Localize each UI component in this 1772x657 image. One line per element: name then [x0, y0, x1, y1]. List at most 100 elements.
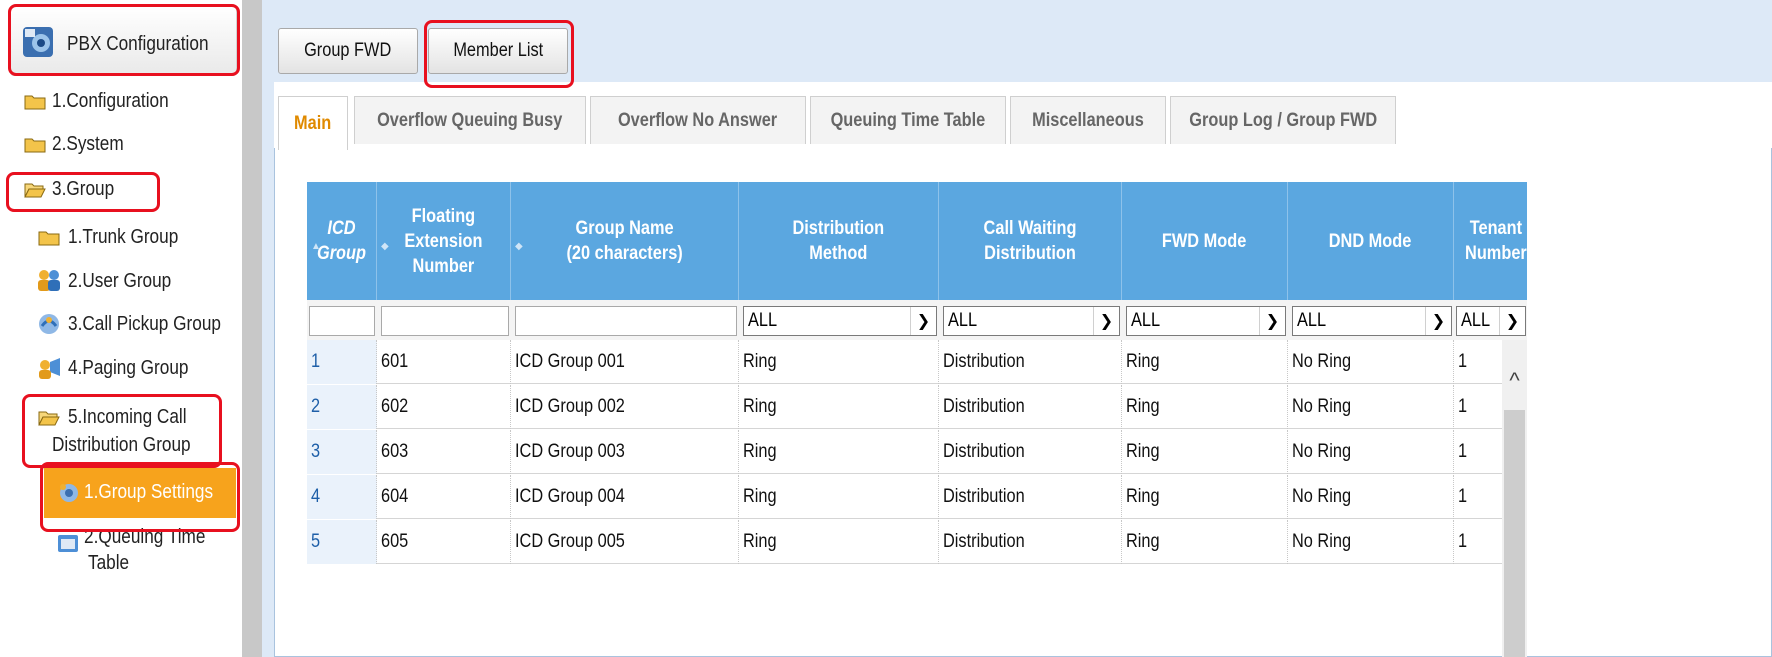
cell-distribution-method: Ring — [739, 340, 939, 384]
group-settings-icon — [60, 484, 78, 502]
sidebar-item-configuration[interactable]: 1.Configuration — [52, 90, 188, 113]
tab-group-log-group-fwd[interactable]: Group Log / Group FWD — [1170, 96, 1396, 144]
sidebar-item-user-group[interactable]: 2.User Group — [68, 270, 188, 293]
cell-floating-extension: 601 — [377, 340, 511, 384]
column-header-group-name[interactable]: ◆ Group Name (20 characters) — [511, 182, 739, 300]
cell-icd-group: 2 — [307, 385, 377, 429]
member-list-button[interactable]: Member List — [428, 28, 568, 74]
cell-call-waiting-distribution: Distribution — [939, 475, 1122, 519]
cell-group-name: ICD Group 001 — [511, 340, 739, 384]
table-row[interactable]: 2 602 ICD Group 002 Ring Distribution Ring No … — [307, 385, 1527, 429]
distribution-method-filter-select[interactable]: ALL ❯ — [743, 306, 937, 336]
table-row[interactable]: 4 604 ICD Group 004 Ring Distribution Ring No … — [307, 475, 1527, 519]
column-header-floating-extension-number[interactable]: ◆ Floating Extension Number — [377, 182, 511, 300]
column-header-fwd-mode[interactable]: FWD Mode — [1122, 182, 1288, 300]
folder-icon — [24, 95, 46, 110]
table-row[interactable]: 1 601 ICD Group 001 Ring Distribution Ring No … — [307, 340, 1527, 384]
folder-icon — [38, 231, 60, 246]
cell-group-name: ICD Group 003 — [511, 430, 739, 474]
sidebar-item-trunk-group[interactable]: 1.Trunk Group — [68, 226, 196, 249]
chevron-down-icon: ❯ — [1499, 307, 1525, 335]
icd-group-filter-input[interactable] — [309, 306, 375, 336]
cell-icd-group: 3 — [307, 430, 377, 474]
sidebar-item-queuing-time[interactable]: 2.Queuing Time — [84, 526, 225, 549]
group-fwd-button[interactable]: Group FWD — [278, 28, 418, 74]
sidebar-item-group-settings-label: 1.Group Settings — [84, 481, 214, 503]
table-row[interactable]: 3 603 ICD Group 003 Ring Distribution Ring No … — [307, 430, 1527, 474]
column-header-icd-group[interactable]: ▲ ICD Group — [307, 182, 377, 300]
sidebar-item-call-pickup-group[interactable]: 3.Call Pickup Group — [68, 313, 246, 336]
cell-floating-extension: 603 — [377, 430, 511, 474]
call-waiting-filter-select[interactable]: ALL ❯ — [943, 306, 1120, 336]
dnd-mode-filter-select[interactable]: ALL ❯ — [1292, 306, 1452, 336]
users-icon — [38, 270, 60, 291]
cell-call-waiting-distribution: Distribution — [939, 340, 1122, 384]
sidebar-item-distribution-group[interactable]: Distribution Group — [52, 434, 213, 457]
table-row[interactable]: 5 605 ICD Group 005 Ring Distribution Ring No … — [307, 520, 1527, 564]
cell-dnd-mode: No Ring — [1288, 385, 1454, 429]
cell-call-waiting-distribution: Distribution — [939, 520, 1122, 564]
pbx-configuration-header[interactable]: PBX Configuration — [10, 6, 237, 76]
tab-overflow-no-answer[interactable]: Overflow No Answer — [590, 96, 806, 144]
cell-distribution-method: Ring — [739, 385, 939, 429]
tenant-number-filter-select[interactable]: ALL ❯ — [1456, 306, 1526, 336]
cell-fwd-mode: Ring — [1122, 520, 1288, 564]
group-settings-table: ▲ ICD Group ◆ Floating Extension Number … — [307, 182, 1527, 657]
cell-call-waiting-distribution: Distribution — [939, 430, 1122, 474]
folder-open-icon — [24, 183, 46, 198]
tab-overflow-queuing-busy[interactable]: Overflow Queuing Busy — [354, 96, 586, 144]
pbx-logo-icon — [23, 27, 53, 57]
sidebar-item-system[interactable]: 2.System — [52, 133, 135, 156]
sidebar-scrollbar[interactable] — [242, 0, 262, 657]
fwd-mode-filter-select[interactable]: ALL ❯ — [1126, 306, 1286, 336]
cell-floating-extension: 604 — [377, 475, 511, 519]
tab-main[interactable]: Main — [278, 96, 348, 150]
table-scrollbar[interactable]: ^ — [1502, 340, 1527, 657]
chevron-down-icon: ❯ — [1093, 307, 1119, 335]
chevron-down-icon: ❯ — [910, 307, 936, 335]
cell-distribution-method: Ring — [739, 475, 939, 519]
tab-miscellaneous[interactable]: Miscellaneous — [1010, 96, 1166, 144]
cell-call-waiting-distribution: Distribution — [939, 385, 1122, 429]
scroll-up-icon[interactable]: ^ — [1502, 368, 1527, 398]
sidebar: PBX Configuration 1.Configuration 2.Syst… — [0, 0, 242, 657]
sidebar-item-queuing-time-table[interactable]: Table — [88, 552, 136, 575]
column-header-tenant-number[interactable]: Tenant Number — [1454, 182, 1527, 300]
sidebar-item-paging-group[interactable]: 4.Paging Group — [68, 357, 208, 380]
tab-queuing-time-table[interactable]: Queuing Time Table — [810, 96, 1006, 144]
sidebar-item-incoming-call[interactable]: 5.Incoming Call — [68, 406, 206, 429]
sort-icon: ◆ — [515, 241, 523, 252]
cell-dnd-mode: No Ring — [1288, 475, 1454, 519]
column-header-call-waiting-distribution[interactable]: Call Waiting Distribution — [939, 182, 1122, 300]
cell-fwd-mode: Ring — [1122, 430, 1288, 474]
sidebar-item-group[interactable]: 3.Group — [52, 178, 124, 201]
cell-group-name: ICD Group 002 — [511, 385, 739, 429]
scrollbar-thumb[interactable] — [1504, 410, 1525, 657]
cell-floating-extension: 605 — [377, 520, 511, 564]
queuing-time-table-icon — [58, 535, 78, 552]
cell-icd-group: 4 — [307, 475, 377, 519]
cell-dnd-mode: No Ring — [1288, 520, 1454, 564]
paging-group-icon — [39, 358, 60, 379]
cell-fwd-mode: Ring — [1122, 385, 1288, 429]
column-header-dnd-mode[interactable]: DND Mode — [1288, 182, 1454, 300]
floating-extension-filter-input[interactable] — [381, 306, 509, 336]
call-pickup-icon — [39, 314, 59, 334]
cell-dnd-mode: No Ring — [1288, 430, 1454, 474]
pbx-configuration-title: PBX Configuration — [67, 33, 209, 55]
chevron-down-icon: ❯ — [1259, 307, 1285, 335]
group-name-filter-input[interactable] — [515, 306, 737, 336]
chevron-down-icon: ❯ — [1425, 307, 1451, 335]
sort-icon: ◆ — [381, 241, 389, 252]
cell-fwd-mode: Ring — [1122, 475, 1288, 519]
cell-icd-group: 1 — [307, 340, 377, 384]
cell-fwd-mode: Ring — [1122, 340, 1288, 384]
cell-dnd-mode: No Ring — [1288, 340, 1454, 384]
column-header-distribution-method[interactable]: Distribution Method — [739, 182, 939, 300]
cell-floating-extension: 602 — [377, 385, 511, 429]
cell-icd-group: 5 — [307, 520, 377, 564]
folder-open-icon — [38, 411, 60, 426]
cell-group-name: ICD Group 005 — [511, 520, 739, 564]
cell-distribution-method: Ring — [739, 430, 939, 474]
cell-group-name: ICD Group 004 — [511, 475, 739, 519]
